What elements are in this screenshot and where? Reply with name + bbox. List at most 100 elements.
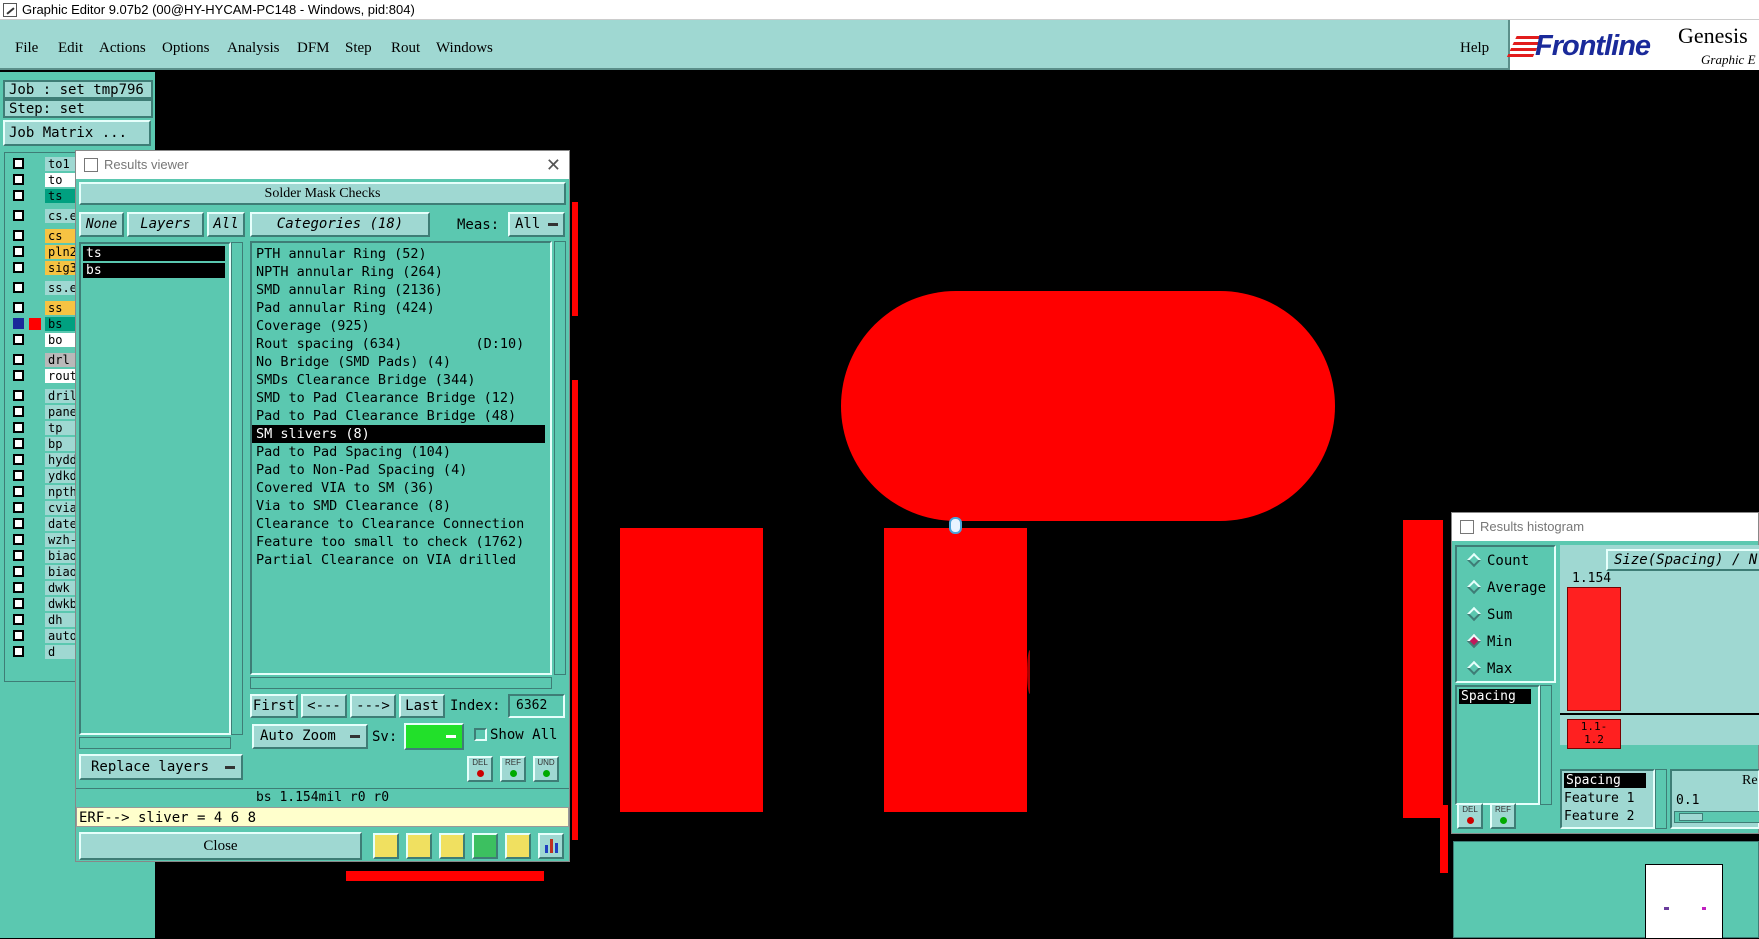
preview-thumbnail[interactable] <box>1645 864 1723 939</box>
index-input[interactable]: 6362 <box>508 694 565 718</box>
layer-checkbox[interactable] <box>13 582 24 593</box>
menu-dfm[interactable]: DFM <box>297 40 330 57</box>
category-item[interactable]: Feature too small to check (1762) <box>252 533 545 551</box>
ref-icon[interactable]: REF <box>500 756 526 782</box>
category-item[interactable]: SM slivers (8) <box>252 425 545 443</box>
category-item[interactable]: SMD annular Ring (2136) <box>252 281 545 299</box>
info-icon[interactable] <box>373 833 399 859</box>
close-button[interactable]: Close <box>79 832 362 860</box>
feature-item-2[interactable]: Feature 2 <box>1564 809 1634 824</box>
radio-sum[interactable]: Sum <box>1466 606 1512 623</box>
layer-checkbox[interactable] <box>13 518 24 529</box>
layer-checkbox[interactable] <box>13 646 24 657</box>
layers-button[interactable]: Layers <box>127 212 204 237</box>
auto-zoom-dropdown[interactable]: Auto Zoom <box>252 724 368 749</box>
first-button[interactable]: First <box>250 694 298 718</box>
del-icon[interactable]: DEL <box>467 756 493 782</box>
measure-item-spacing[interactable]: Spacing <box>1459 689 1531 704</box>
feature-scrollbar[interactable] <box>1655 769 1667 829</box>
categories-scrollbar[interactable] <box>554 241 566 675</box>
categories-hscrollbar[interactable] <box>250 677 552 689</box>
layer-checkbox[interactable] <box>13 262 24 273</box>
radio-max[interactable]: Max <box>1466 660 1512 677</box>
measure-scrollbar[interactable] <box>1540 685 1552 805</box>
all-layers-button[interactable]: All <box>207 212 245 237</box>
layer-checkbox[interactable] <box>13 454 24 465</box>
layer-checkbox[interactable] <box>13 550 24 561</box>
severity-color-dropdown[interactable] <box>404 723 464 750</box>
category-item[interactable]: Pad to Pad Spacing (104) <box>252 443 545 461</box>
histogram-icon[interactable] <box>538 833 564 859</box>
layers-listbox[interactable]: ts bs <box>79 242 231 735</box>
layer-checkbox[interactable] <box>13 174 24 185</box>
layers-scrollbar[interactable] <box>231 242 243 735</box>
last-button[interactable]: Last <box>399 694 445 718</box>
layer-checkbox[interactable] <box>13 334 24 345</box>
layer-checkbox[interactable] <box>13 598 24 609</box>
category-item[interactable]: Pad to Pad Clearance Bridge (48) <box>252 407 545 425</box>
category-item[interactable]: NPTH annular Ring (264) <box>252 263 545 281</box>
job-matrix-button[interactable]: Job Matrix ... <box>3 120 151 146</box>
layer-checkbox[interactable] <box>13 614 24 625</box>
menu-actions[interactable]: Actions <box>99 40 146 57</box>
none-button[interactable]: None <box>79 212 124 237</box>
report-icon[interactable] <box>505 833 531 859</box>
layer-checkbox[interactable] <box>13 158 24 169</box>
prev-button[interactable]: <--- <box>301 694 347 718</box>
layer-checkbox[interactable] <box>13 230 24 241</box>
layer-checkbox[interactable] <box>13 502 24 513</box>
feature-listbox[interactable]: Spacing Feature 1 Feature 2 <box>1560 769 1655 829</box>
feature-item-1[interactable]: Feature 1 <box>1564 791 1634 806</box>
category-item[interactable]: Rout spacing (634) (D:10) <box>252 335 545 353</box>
layer-checkbox[interactable] <box>13 630 24 641</box>
category-item[interactable]: Coverage (925) <box>252 317 545 335</box>
layers-hscrollbar[interactable] <box>79 737 231 749</box>
measure-listbox[interactable]: Spacing <box>1455 685 1540 805</box>
layer-checkbox[interactable] <box>13 438 24 449</box>
close-icon[interactable]: ✕ <box>546 151 561 179</box>
menu-file[interactable]: File <box>15 40 38 57</box>
replace-layers-dropdown[interactable]: Replace layers <box>79 754 243 780</box>
category-item[interactable]: PTH annular Ring (52) <box>252 245 545 263</box>
menu-windows[interactable]: Windows <box>436 40 493 57</box>
layer-checkbox[interactable] <box>13 354 24 365</box>
menu-analysis[interactable]: Analysis <box>227 40 280 57</box>
radio-min[interactable]: Min <box>1466 633 1512 650</box>
layer-item-ts[interactable]: ts <box>83 246 225 261</box>
category-item[interactable]: No Bridge (SMD Pads) (4) <box>252 353 545 371</box>
layer-checkbox[interactable] <box>13 246 24 257</box>
layer-checkbox[interactable] <box>13 210 24 221</box>
categories-button[interactable]: Categories (18) <box>250 212 430 237</box>
feature-item-spacing[interactable]: Spacing <box>1564 773 1646 788</box>
histogram-bar[interactable] <box>1567 587 1621 711</box>
layer-checkbox[interactable] <box>13 370 24 381</box>
layer-item-bs[interactable]: bs <box>83 263 225 278</box>
scale-slider[interactable] <box>1674 811 1759 823</box>
exclude-icon[interactable] <box>439 833 465 859</box>
slider-thumb[interactable] <box>1679 813 1703 821</box>
category-item[interactable]: Covered VIA to SM (36) <box>252 479 545 497</box>
next-button[interactable]: ---> <box>350 694 396 718</box>
layer-checkbox[interactable] <box>13 282 24 293</box>
arrow-icon[interactable] <box>406 833 432 859</box>
menu-help[interactable]: Help <box>1460 40 1489 57</box>
radio-count[interactable]: Count <box>1466 552 1529 569</box>
categories-listbox[interactable]: PTH annular Ring (52) NPTH annular Ring (… <box>250 241 552 675</box>
show-all-checkbox[interactable] <box>474 728 487 741</box>
layer-checkbox[interactable] <box>13 486 24 497</box>
undo-icon[interactable]: UND <box>533 756 559 782</box>
category-item[interactable]: Clearance to Clearance Connection <box>252 515 545 533</box>
layer-checkbox[interactable] <box>13 534 24 545</box>
layer-checkbox[interactable] <box>13 406 24 417</box>
category-item[interactable]: Via to SMD Clearance (8) <box>252 497 545 515</box>
number-icon[interactable] <box>472 833 498 859</box>
histogram-chart-title[interactable]: Size(Spacing) / N <box>1606 549 1759 571</box>
layer-checkbox[interactable] <box>13 302 24 313</box>
menu-step[interactable]: Step <box>345 40 372 57</box>
category-item[interactable]: Pad to Non-Pad Spacing (4) <box>252 461 545 479</box>
layer-checkbox[interactable] <box>13 470 24 481</box>
menu-rout[interactable]: Rout <box>391 40 420 57</box>
layer-checkbox[interactable] <box>13 566 24 577</box>
category-item[interactable]: Partial Clearance on VIA drilled <box>252 551 545 569</box>
category-item[interactable]: Pad annular Ring (424) <box>252 299 545 317</box>
